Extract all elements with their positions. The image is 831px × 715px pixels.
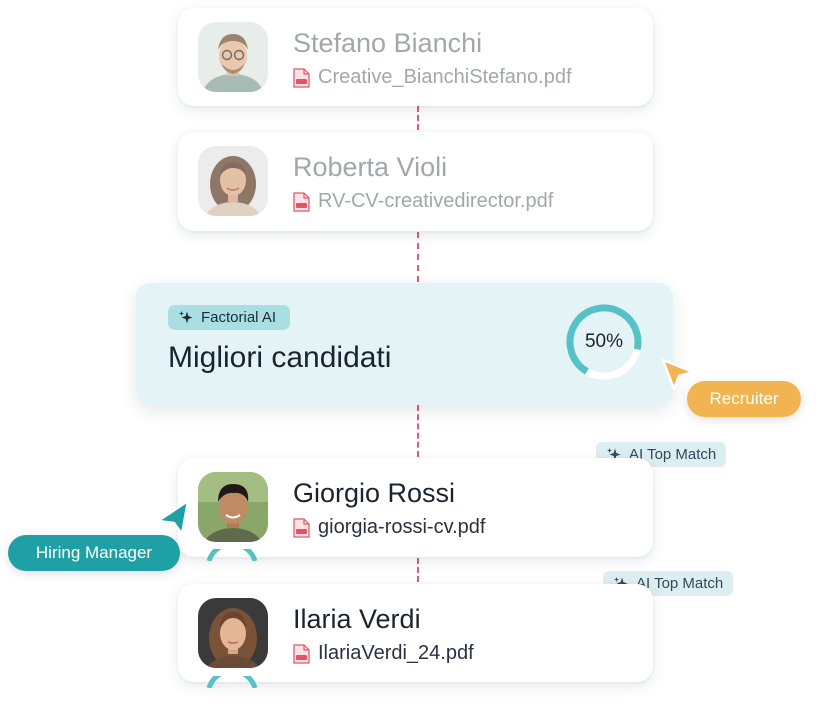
cv-file-name: giorgia-rossi-cv.pdf xyxy=(318,516,486,538)
sparkle-icon xyxy=(178,310,194,326)
cv-file[interactable]: IlariaVerdi_24.pdf xyxy=(293,642,474,665)
candidate-name: Roberta Violi xyxy=(293,152,448,182)
pdf-file-icon xyxy=(293,643,310,664)
candidate-card[interactable]: Stefano Bianchi Creative_BianchiStefano.… xyxy=(178,8,653,106)
candidate-card[interactable]: Giorgio Rossi giorgia-rossi-cv.pdf xyxy=(178,458,653,557)
recruiter-label: Recruiter xyxy=(687,381,801,417)
connector-line xyxy=(417,232,419,282)
pdf-file-icon xyxy=(293,67,310,88)
card-ring-decoration xyxy=(205,541,259,566)
cv-file[interactable]: Creative_BianchiStefano.pdf xyxy=(293,66,572,89)
pdf-file-icon xyxy=(293,191,310,212)
pdf-file-icon xyxy=(293,517,310,538)
avatar xyxy=(198,598,268,668)
cv-file-name: Creative_BianchiStefano.pdf xyxy=(318,66,572,88)
connector-line xyxy=(417,558,419,582)
candidate-name: Stefano Bianchi xyxy=(293,28,483,58)
progress-value: 50% xyxy=(584,331,624,352)
progress-ring: 50% xyxy=(564,302,644,382)
avatar xyxy=(198,22,268,92)
cv-file-name: IlariaVerdi_24.pdf xyxy=(318,642,474,664)
factorial-ai-label: Factorial AI xyxy=(201,309,277,326)
factorial-ai-badge: Factorial AI xyxy=(168,305,291,330)
connector-line xyxy=(417,106,419,130)
cv-file[interactable]: RV-CV-creativedirector.pdf xyxy=(293,190,553,213)
candidate-name: Ilaria Verdi xyxy=(293,604,421,634)
candidate-name: Giorgio Rossi xyxy=(293,478,456,508)
cv-file[interactable]: giorgia-rossi-cv.pdf xyxy=(293,516,485,539)
ai-best-candidates-panel[interactable]: Factorial AI Migliori candidati 50% xyxy=(136,283,673,404)
card-ring-decoration xyxy=(205,668,259,693)
candidate-card[interactable]: Roberta Violi RV-CV-creativedirector.pdf xyxy=(178,132,653,231)
avatar xyxy=(198,146,268,216)
hiring-manager-cursor-icon xyxy=(152,497,194,537)
connector-line xyxy=(417,405,419,457)
hiring-manager-label: Hiring Manager xyxy=(8,535,180,571)
panel-title: Migliori candidati xyxy=(168,341,392,374)
avatar xyxy=(198,472,268,542)
candidate-card[interactable]: Ilaria Verdi IlariaVerdi_24.pdf xyxy=(178,584,653,682)
cv-file-name: RV-CV-creativedirector.pdf xyxy=(318,190,554,212)
